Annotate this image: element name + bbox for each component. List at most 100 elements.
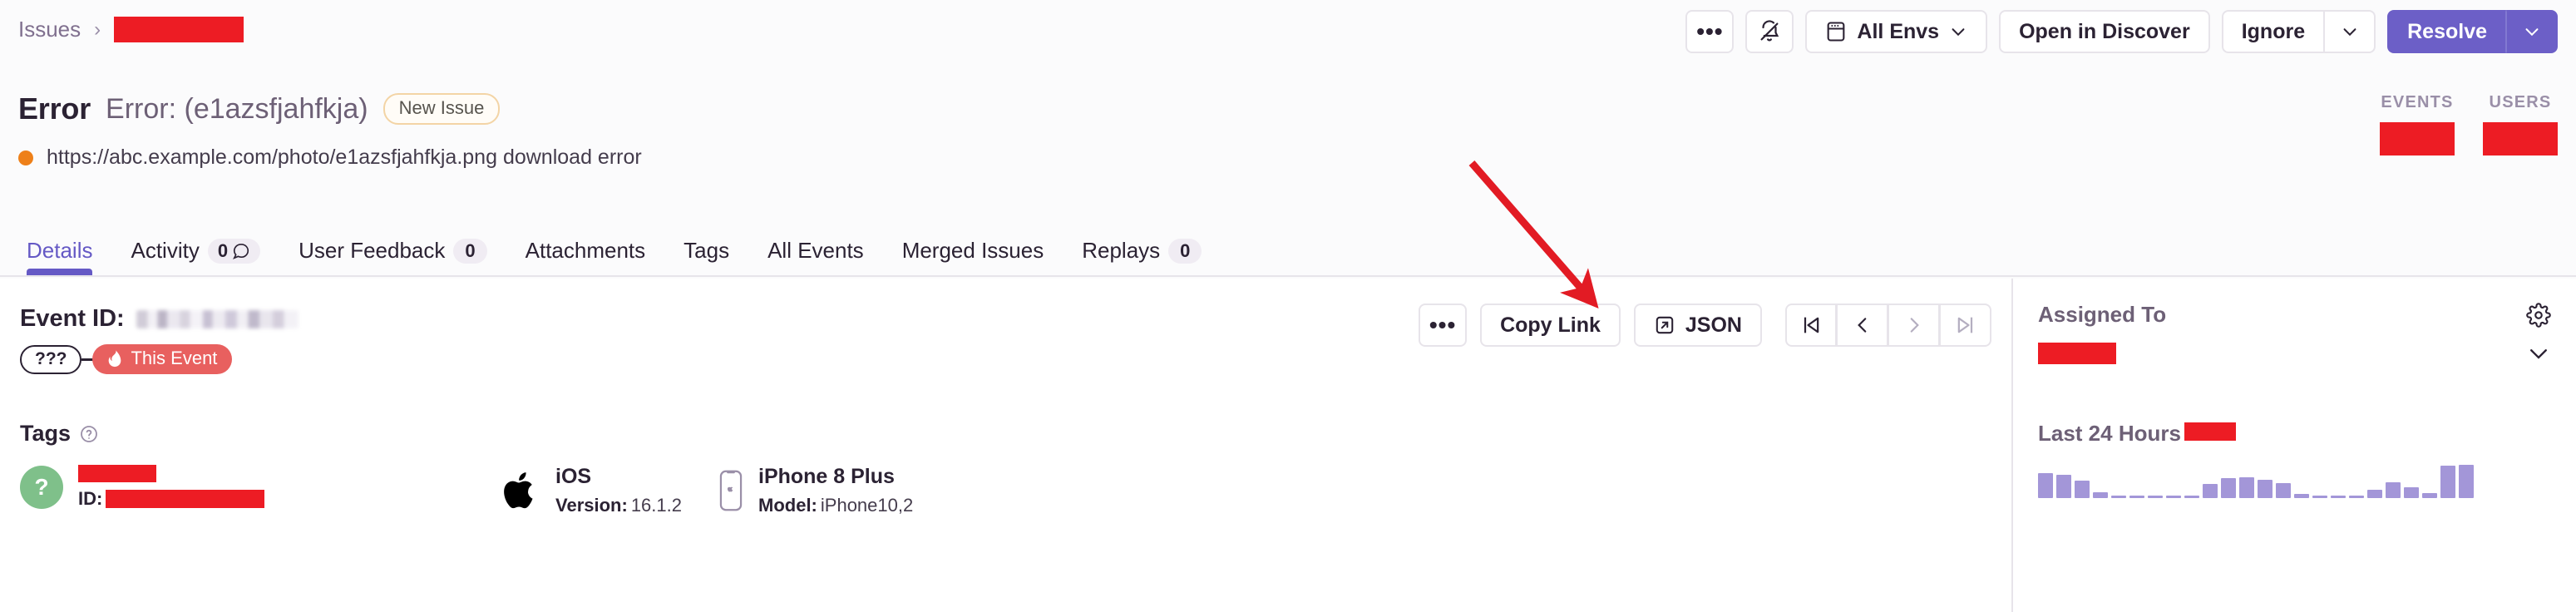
chart-bar[interactable]: [2148, 496, 2163, 498]
last-24-hours-title: Last 24 Hours: [2038, 421, 2181, 446]
stat-users-label: USERS: [2489, 93, 2552, 111]
question-circle-icon[interactable]: [79, 424, 99, 444]
stat-users-value-redacted: [2483, 122, 2558, 155]
tag-device-name: iPhone 8 Plus: [758, 465, 895, 488]
chart-bar[interactable]: [2166, 496, 2181, 498]
resolve-button[interactable]: Resolve: [2387, 10, 2506, 53]
chart-bar[interactable]: [2239, 477, 2254, 498]
newest-event-button[interactable]: [1940, 304, 1991, 347]
chevron-down-icon[interactable]: [2526, 341, 2551, 366]
json-button[interactable]: JSON: [1633, 304, 1762, 347]
event-pill-group: ??? This Event: [20, 344, 299, 374]
event-more-actions-button[interactable]: •••: [1419, 304, 1468, 347]
mobile-icon: [718, 469, 743, 512]
issue-type: Error: [18, 91, 91, 126]
chart-bar[interactable]: [2129, 496, 2144, 498]
tab-all-events-label: All Events: [767, 238, 864, 263]
event-id-block: Event ID: ??? This Event: [20, 302, 299, 374]
chart-bar[interactable]: [2331, 496, 2346, 498]
tag-item-os[interactable]: iOS Version: 16.1.2: [502, 465, 718, 516]
ignore-button-group: Ignore: [2221, 10, 2376, 53]
tag-item-user[interactable]: ? ID:: [20, 465, 502, 510]
assigned-to-title: Assigned To: [2038, 302, 2167, 327]
tab-attachments[interactable]: Attachments: [512, 238, 659, 275]
breadcrumb-issues-link[interactable]: Issues: [18, 17, 81, 42]
window-icon: [1825, 20, 1847, 43]
chart-bar[interactable]: [2276, 483, 2291, 498]
tab-user-feedback[interactable]: User Feedback 0: [285, 238, 501, 275]
event-header-row: Event ID: ??? This Event ••• Copy Link J…: [20, 302, 1991, 374]
event-nav-group: [1785, 304, 1991, 347]
gear-icon[interactable]: [2526, 302, 2551, 328]
tag-device-text: iPhone 8 Plus Model: iPhone10,2: [758, 465, 913, 516]
skip-forward-icon: [1954, 313, 1977, 337]
assigned-to-header: Assigned To: [2038, 302, 2551, 328]
resolve-dropdown-button[interactable]: [2506, 10, 2558, 53]
chart-bar[interactable]: [2258, 480, 2273, 498]
chart-bar[interactable]: [2294, 494, 2309, 498]
chart-bar[interactable]: [2349, 496, 2364, 498]
chart-bar[interactable]: [2221, 478, 2236, 498]
event-id-value-blurred[interactable]: [136, 309, 299, 328]
skip-back-icon: [1799, 313, 1823, 337]
more-actions-button[interactable]: •••: [1685, 10, 1735, 53]
this-event-pill-label: This Event: [131, 348, 218, 368]
oldest-event-button[interactable]: [1785, 304, 1837, 347]
chevron-right-icon: [1903, 314, 1925, 336]
issue-tabs: Details Activity 0 User Feedback 0 Attac…: [13, 238, 1226, 275]
tab-details-label: Details: [27, 238, 93, 263]
tag-user-id-label: ID:: [78, 488, 103, 509]
ignore-dropdown-button[interactable]: [2324, 10, 2376, 53]
event-toolbar: ••• Copy Link JSON: [1419, 304, 1991, 347]
copy-link-button[interactable]: Copy Link: [1480, 304, 1621, 347]
tag-user-name-redacted: [78, 465, 156, 482]
chart-bar[interactable]: [2203, 484, 2218, 498]
tags-section-header: Tags: [20, 421, 1991, 447]
event-id-label: Event ID:: [20, 305, 125, 332]
tab-merged-issues[interactable]: Merged Issues: [889, 238, 1058, 275]
chart-bar[interactable]: [2440, 466, 2455, 498]
chart-bar[interactable]: [2184, 496, 2199, 498]
tag-item-device[interactable]: iPhone 8 Plus Model: iPhone10,2: [718, 465, 913, 516]
tag-os-meta: Version: 16.1.2: [555, 495, 682, 516]
chart-bar[interactable]: [2404, 487, 2419, 498]
tab-replays-label: Replays: [1082, 238, 1161, 263]
avatar: ?: [20, 466, 63, 509]
mute-subscription-button[interactable]: [1745, 10, 1794, 53]
chart-bar[interactable]: [2111, 496, 2126, 498]
chart-bar[interactable]: [2386, 482, 2401, 498]
tab-activity[interactable]: Activity 0: [117, 238, 274, 275]
last-24-hours-chart: [2038, 461, 2551, 498]
chart-bar[interactable]: [2459, 465, 2474, 498]
chart-bar[interactable]: [2093, 492, 2108, 498]
stat-events[interactable]: EVENTS: [2380, 93, 2455, 155]
open-in-discover-button[interactable]: Open in Discover: [1999, 10, 2210, 53]
assigned-to-row[interactable]: [2038, 341, 2551, 366]
tab-attachments-label: Attachments: [525, 238, 646, 263]
status-badge: New Issue: [382, 93, 501, 125]
breadcrumb: Issues ›: [18, 17, 244, 42]
tab-tags-label: Tags: [683, 238, 730, 263]
tab-activity-badge-count: 0: [217, 239, 229, 261]
tag-os-name: iOS: [555, 465, 592, 488]
chart-bar[interactable]: [2422, 493, 2437, 498]
chart-bar[interactable]: [2367, 490, 2382, 498]
older-event-button[interactable]: [1837, 304, 1888, 347]
chart-bar[interactable]: [2056, 475, 2071, 498]
chart-bar[interactable]: [2038, 473, 2053, 498]
tab-all-events[interactable]: All Events: [754, 238, 877, 275]
chart-bar[interactable]: [2075, 481, 2090, 498]
newer-event-button[interactable]: [1888, 304, 1940, 347]
tab-tags[interactable]: Tags: [670, 238, 743, 275]
issue-stats: EVENTS USERS: [2380, 93, 2558, 155]
tab-replays[interactable]: Replays 0: [1068, 238, 1215, 275]
environment-label: All Envs: [1857, 19, 1940, 43]
fire-icon: [106, 349, 124, 368]
tab-details[interactable]: Details: [13, 238, 106, 275]
chart-bar[interactable]: [2312, 496, 2327, 498]
environment-selector[interactable]: All Envs: [1805, 10, 1988, 53]
ignore-button[interactable]: Ignore: [2221, 10, 2325, 53]
tab-user-feedback-badge: 0: [453, 238, 487, 264]
assigned-to-value-redacted: [2038, 343, 2116, 364]
stat-users[interactable]: USERS: [2483, 93, 2558, 155]
